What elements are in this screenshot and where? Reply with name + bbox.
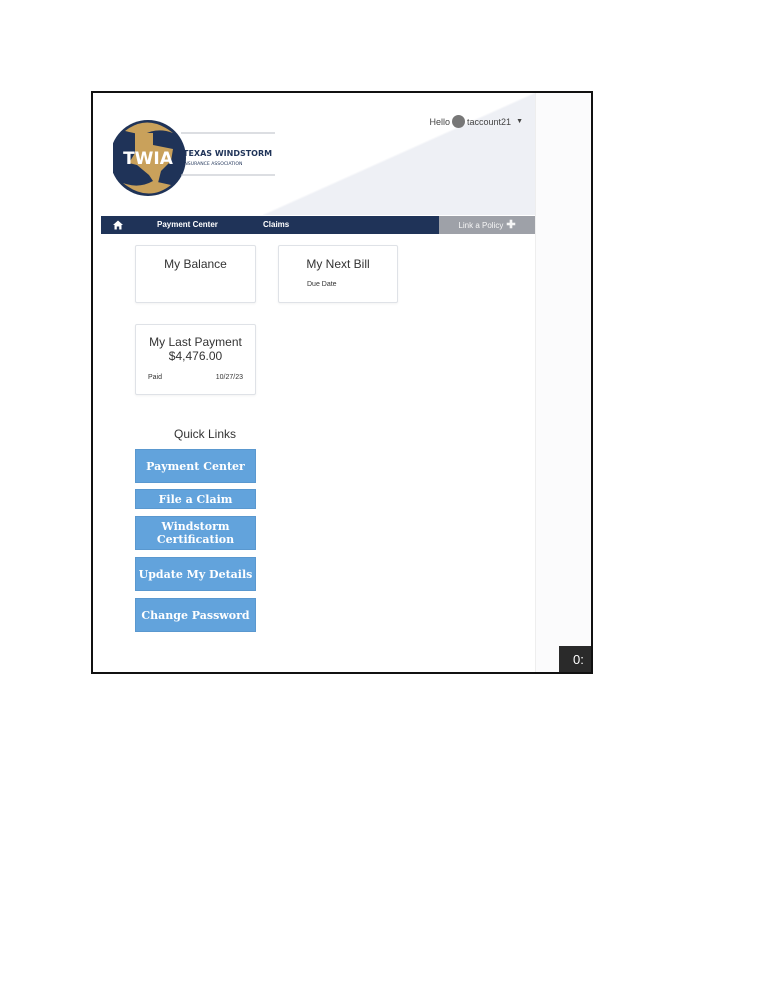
last-payment-title: My Last Payment [149, 335, 242, 349]
my-next-bill-card: My Next Bill Due Date [278, 245, 398, 303]
logo-line-1: TEXAS WINDSTORM [183, 149, 272, 158]
my-balance-card: My Balance [135, 245, 256, 303]
username-text: taccount21 [467, 116, 512, 127]
quick-link-windstorm-certification[interactable]: Windstorm Certification [135, 516, 256, 550]
header-diagonal-decoration [263, 93, 535, 215]
logo-abbreviation: TWIA [123, 149, 174, 169]
plus-icon: ✚ [506, 218, 516, 231]
link-policy-label: Link a Policy [458, 220, 504, 230]
screenshot-frame: TWIA TEXAS WINDSTORM INSURANCE ASSOCIATI… [91, 91, 593, 674]
paid-label: Paid [148, 374, 163, 381]
due-date-label: Due Date [307, 281, 337, 288]
logo-line-2: INSURANCE ASSOCIATION [183, 161, 242, 167]
caret-down-icon: ▼ [516, 118, 523, 125]
next-bill-title: My Next Bill [306, 257, 370, 271]
paid-date: 10/27/23 [215, 374, 243, 381]
greeting-text: Hello [429, 116, 451, 127]
quick-link-file-claim[interactable]: File a Claim [135, 489, 256, 509]
balance-title: My Balance [164, 257, 227, 271]
nav-claims[interactable]: Claims [263, 220, 289, 229]
user-menu[interactable]: Hello taccount21 ▼ [429, 115, 523, 128]
main-nav-bar: Payment Center Claims Link a Policy ✚ [101, 216, 535, 234]
last-payment-amount: $4,476.00 [168, 349, 223, 363]
page-right-margin [535, 93, 591, 672]
home-icon[interactable] [111, 218, 125, 232]
quick-link-payment-center[interactable]: Payment Center [135, 449, 256, 483]
quick-link-update-details[interactable]: Update My Details [135, 557, 256, 591]
my-last-payment-card: My Last Payment $4,476.00 Paid 10/27/23 [135, 324, 256, 395]
quick-link-change-password[interactable]: Change Password [135, 598, 256, 632]
nav-payment-center[interactable]: Payment Center [157, 220, 218, 229]
quick-links-title: Quick Links [173, 427, 237, 441]
twia-logo[interactable]: TWIA TEXAS WINDSTORM INSURANCE ASSOCIATI… [113, 113, 283, 203]
video-timestamp: 0: [559, 646, 591, 672]
link-policy-button[interactable]: Link a Policy ✚ [439, 216, 535, 234]
site-header: TWIA TEXAS WINDSTORM INSURANCE ASSOCIATI… [93, 93, 535, 215]
avatar [452, 115, 466, 128]
